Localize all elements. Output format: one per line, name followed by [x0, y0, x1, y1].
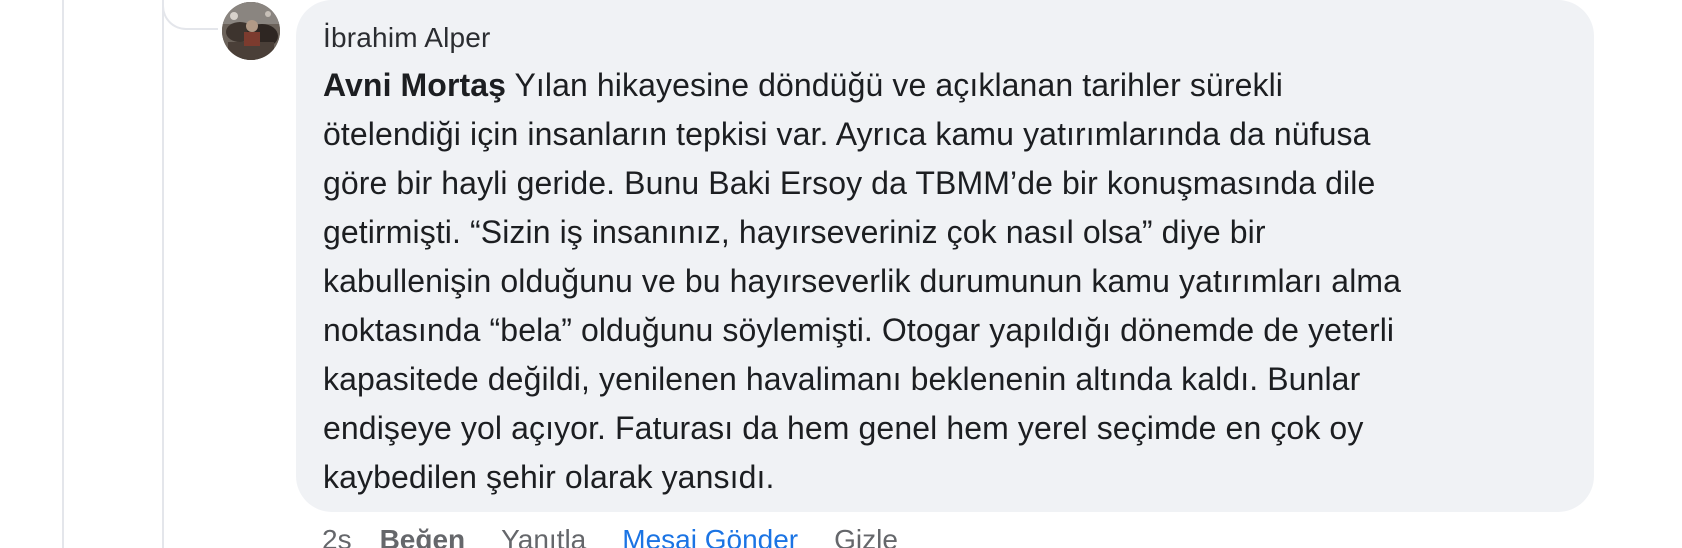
comment-thread: İbrahim Alper Avni Mortaş Yılan hikayesi…: [0, 0, 1682, 548]
thread-connector: [162, 0, 218, 30]
avatar[interactable]: [222, 2, 280, 60]
thread-line-inner: [162, 0, 164, 548]
reply-button[interactable]: Yanıtla: [501, 524, 586, 548]
avatar-photo: [222, 2, 280, 60]
comment-author[interactable]: İbrahim Alper: [323, 20, 1564, 56]
comment-bubble: İbrahim Alper Avni Mortaş Yılan hikayesi…: [296, 0, 1594, 512]
comment-timestamp[interactable]: 2s: [322, 524, 352, 548]
like-button[interactable]: Beğen: [380, 524, 466, 548]
comment-mention[interactable]: Avni Mortaş: [323, 67, 506, 103]
comment-text: Yılan hikayesine döndüğü ve açıklanan ta…: [323, 67, 1402, 495]
send-message-button[interactable]: Mesaj Gönder: [622, 524, 798, 548]
hide-button[interactable]: Gizle: [834, 524, 898, 548]
thread-line-outer: [62, 0, 64, 548]
comment-body: Avni Mortaş Yılan hikayesine döndüğü ve …: [323, 61, 1564, 502]
comment-actions: 2s Beğen Yanıtla Mesaj Gönder Gizle: [322, 520, 934, 548]
